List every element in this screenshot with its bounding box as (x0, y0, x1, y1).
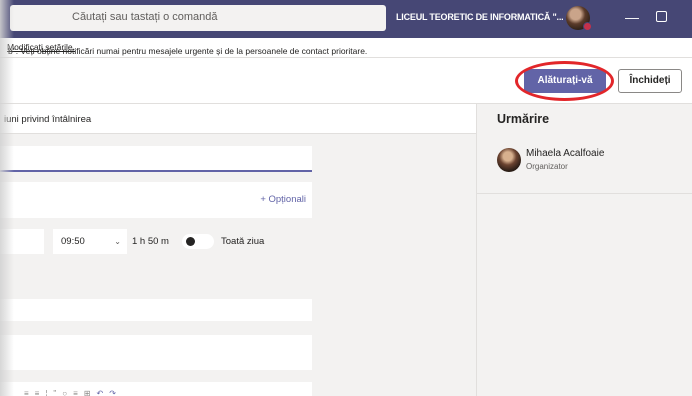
editor-toolbar: ≡≡¦"○≡⊞↶↷ (24, 389, 122, 396)
end-date-field[interactable] (0, 229, 44, 254)
join-highlight-ring (515, 61, 614, 101)
tracking-pane: Urmărire Mihaela Acalfoaie Organizator (476, 104, 692, 396)
search-placeholder: Căutați sau tastați o comandă (72, 11, 218, 23)
chevron-down-icon: ⌄ (114, 237, 121, 246)
attendee-name[interactable]: Mihaela Acalfoaie (526, 148, 604, 159)
end-time-select[interactable]: 09:50 ⌄ (53, 229, 127, 254)
avatar (497, 148, 521, 172)
search-input[interactable]: Căutați sau tastați o comandă (10, 5, 386, 31)
notification-banner: b". Veți obține notificări numai pentru … (0, 38, 692, 58)
attendee-role: Organizator (526, 162, 568, 171)
table-icon[interactable]: ⊞ (84, 389, 97, 396)
banner-text: b". Veți obține notificări numai pentru … (8, 46, 368, 56)
align-icon[interactable]: ≡ (73, 389, 84, 396)
numbered-list-icon[interactable]: ≡ (35, 389, 46, 396)
org-switcher[interactable]: LICEUL TEORETIC DE INFORMATICĂ "...⌄ (396, 12, 573, 22)
title-bar: Căutați sau tastați o comandă LICEUL TEO… (0, 0, 692, 38)
end-time-value: 09:50 (61, 236, 85, 247)
divider (477, 193, 692, 194)
repeat-field[interactable] (0, 299, 312, 321)
maximize-icon[interactable] (656, 11, 667, 22)
attendees-field[interactable]: + Opționali (0, 182, 312, 218)
quote-icon[interactable]: " (53, 389, 62, 396)
redo-icon[interactable]: ↷ (109, 389, 122, 396)
banner-text-wrap: b". Veți obține notificări numai pentru … (4, 42, 367, 56)
user-avatar[interactable] (566, 6, 592, 31)
close-button[interactable]: Închideți (618, 69, 682, 93)
org-name: LICEUL TEORETIC DE INFORMATICĂ "... (396, 12, 564, 22)
link-icon[interactable]: ○ (62, 389, 73, 396)
minimize-icon[interactable]: — (624, 8, 640, 28)
location-field[interactable] (0, 335, 312, 370)
all-day-toggle[interactable] (182, 234, 214, 249)
toggle-knob (186, 237, 195, 246)
all-day-label: Toată ziua (221, 236, 265, 247)
tracking-title: Urmărire (497, 112, 550, 126)
add-optional-attendees-link[interactable]: + Opționali (260, 194, 306, 205)
duration-label: 1 h 50 m (132, 236, 169, 247)
list-icon[interactable]: ≡ (24, 389, 35, 396)
meeting-toolbar: Alăturați-vă Închideți (0, 58, 692, 104)
tab-meeting-details[interactable]: iuni privind întâlnirea (4, 114, 91, 125)
presence-busy-icon (583, 22, 592, 31)
meeting-title-field[interactable] (0, 146, 312, 172)
undo-icon[interactable]: ↶ (96, 389, 109, 396)
